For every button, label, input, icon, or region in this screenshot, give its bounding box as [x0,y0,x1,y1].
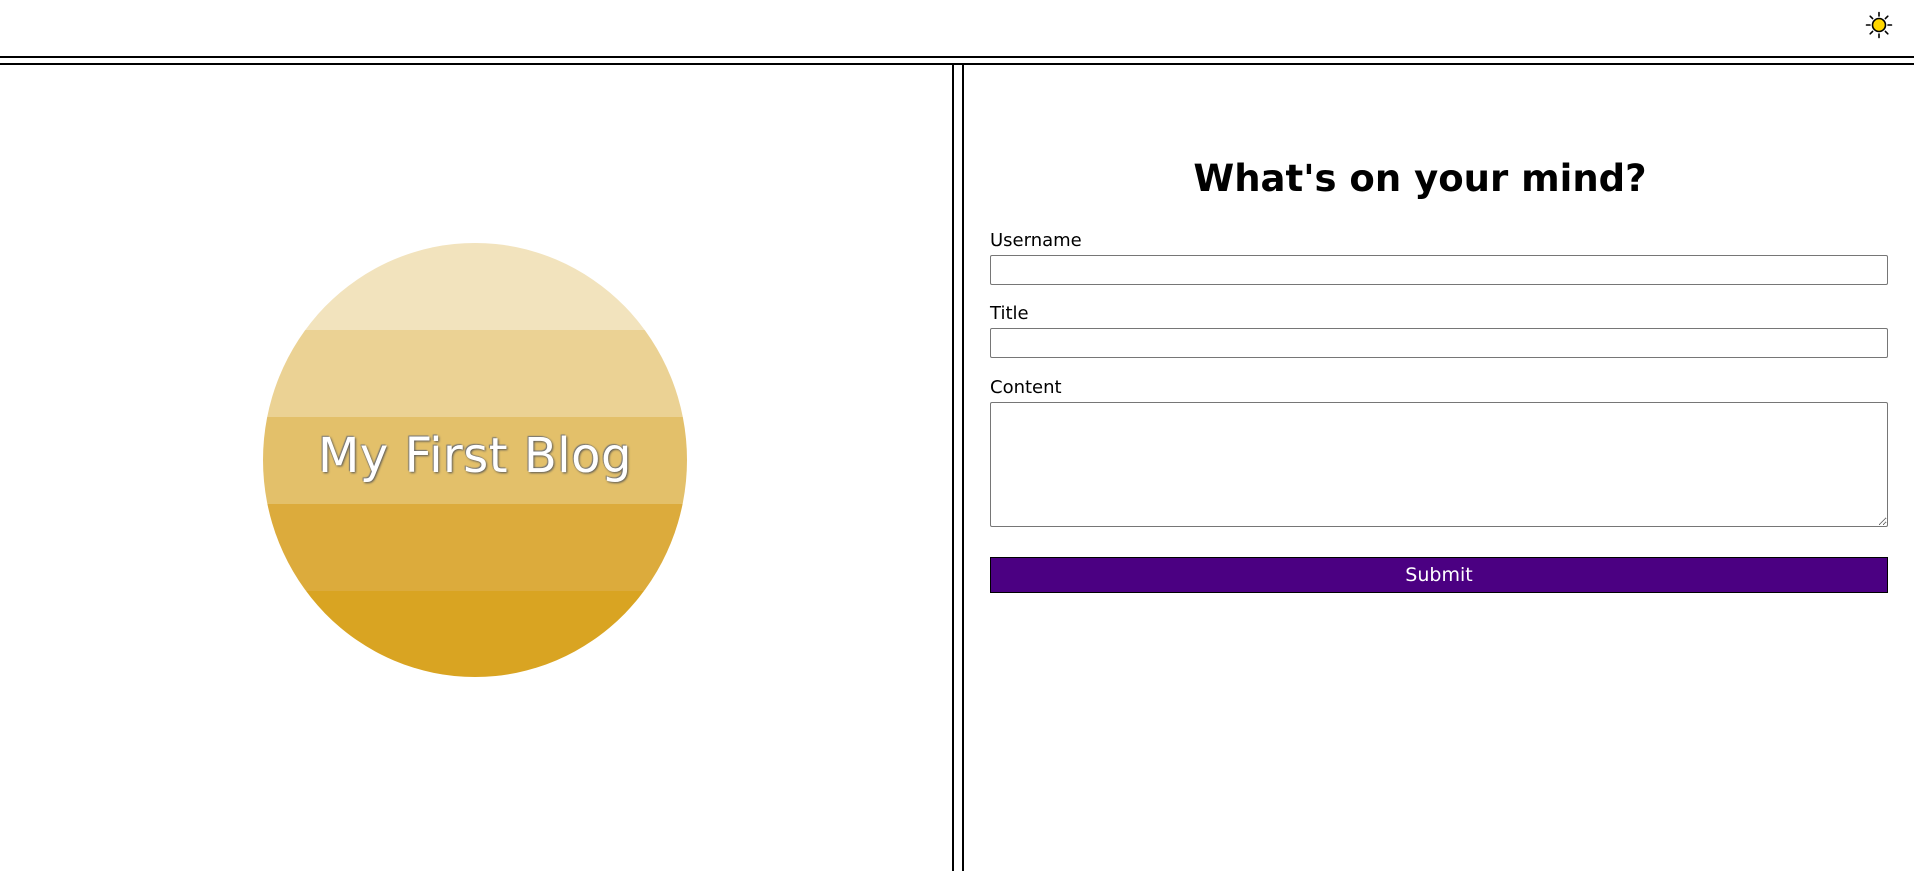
blog-title: My First Blog [318,428,632,484]
badge-band [263,504,687,591]
content-textarea[interactable] [990,402,1888,527]
blog-banner-pane: My First Blog [0,65,952,871]
content-label: Content [990,377,1062,398]
badge-band [263,330,687,417]
badge-band [263,591,687,677]
title-input[interactable] [990,328,1888,358]
theme-toggle-button[interactable] [1865,11,1893,39]
form-heading: What's on your mind? [1193,157,1647,200]
title-label: Title [990,303,1029,324]
blog-badge: My First Blog [263,243,687,677]
post-form-pane: What's on your mind? Username Title Cont… [964,65,1914,871]
username-input[interactable] [990,255,1888,285]
sun-icon [1865,11,1893,39]
submit-button[interactable]: Submit [990,557,1888,593]
badge-band [263,243,687,330]
top-bar [0,0,1914,57]
pane-divider-left [952,63,954,871]
header-divider-top [0,56,1914,58]
username-label: Username [990,230,1082,251]
